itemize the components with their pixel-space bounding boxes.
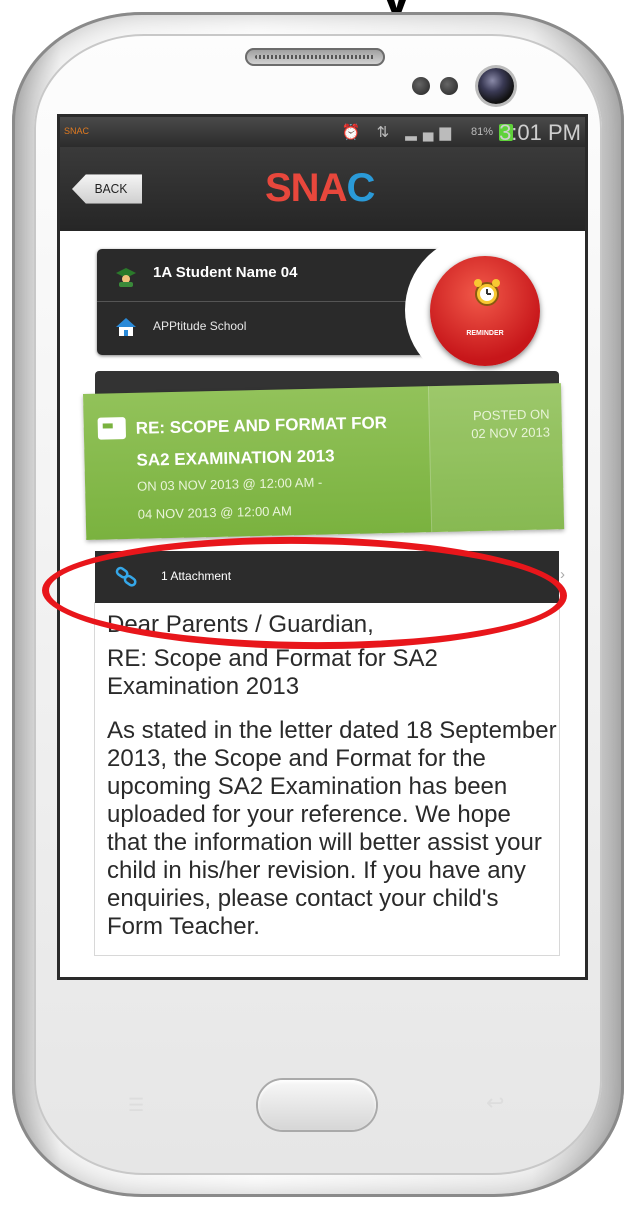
reminder-button[interactable]: REMINDER (430, 256, 540, 366)
reminder-label: REMINDER (466, 330, 504, 337)
speaker-grille (245, 48, 385, 66)
proximity-sensor (412, 77, 430, 95)
front-camera-icon (478, 68, 514, 104)
posted-on-label: POSTED ON (472, 406, 550, 424)
message-icon (97, 417, 127, 440)
app-bar: BACK SNAC (60, 147, 585, 231)
message-card[interactable]: RE: SCOPE AND FORMAT FOR SA2 EXAMINATION… (83, 383, 565, 540)
status-bar: SNAC ⏰ ⇅ ▂▄▆ 81% 3:01 PM (60, 117, 585, 147)
posted-date-label: POSTED ON 02 NOV 2013 (471, 405, 551, 443)
school-house-icon (116, 318, 136, 336)
message-body-panel: Dear Parents / Guardian, RE: Scope and F… (95, 603, 559, 955)
logo-text-accent: C (346, 166, 375, 210)
battery-percentage: 81% (470, 126, 493, 138)
student-name: 1A Student Name 04 (153, 264, 298, 281)
logo-text-primary: SNA (265, 166, 347, 210)
message-body: As stated in the letter dated 18 Septemb… (107, 717, 557, 940)
back-button[interactable]: BACK (72, 174, 142, 204)
signal-icon: ⏰ ⇅ ▂▄▆ (341, 124, 457, 141)
message-schedule-start: ON 03 NOV 2013 @ 12:00 AM - (136, 474, 323, 494)
status-app-name: SNAC (64, 126, 90, 136)
app-logo: SNAC (265, 166, 375, 211)
posted-date: 02 NOV 2013 (471, 424, 551, 442)
menu-key-icon[interactable]: ☰ (128, 1095, 150, 1115)
back-key-icon[interactable]: ↩ (486, 1090, 504, 1116)
graduate-icon (116, 268, 136, 287)
alarm-clock-icon (474, 279, 500, 306)
message-schedule-end: 04 NOV 2013 @ 12:00 AM (137, 503, 292, 522)
status-time: 3:01 PM (499, 120, 581, 145)
chevron-right-icon: › (560, 566, 565, 583)
home-button[interactable] (258, 1080, 376, 1130)
light-sensor (440, 77, 458, 95)
school-name: APPtitude School (153, 319, 247, 333)
message-subject: RE: Scope and Format for SA2 Examination… (107, 645, 438, 700)
message-title: RE: SCOPE AND FORMAT FOR SA2 EXAMINATION… (135, 413, 388, 470)
